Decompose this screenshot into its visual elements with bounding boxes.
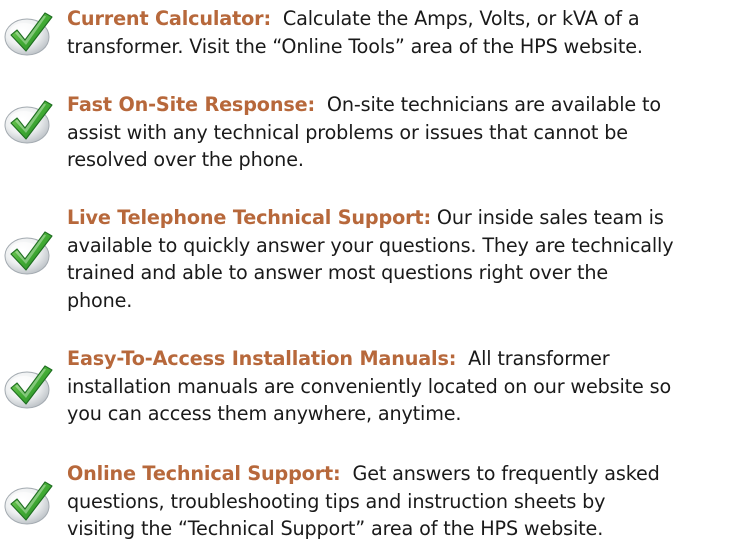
green-checkmark-icon [2,97,54,145]
green-checkmark-icon [2,478,54,526]
feature-title: Current Calculator: [67,7,271,30]
green-checkmark-icon [2,9,54,57]
feature-text: Online Technical Support: Get answers to… [67,460,739,543]
feature-line: you can access them anywhere, anytime. [67,402,462,425]
feature-line: assist with any technical problems or is… [67,120,628,144]
feature-text: Current Calculator: Calculate the Amps, … [67,5,739,60]
feature-text: Live Telephone Technical Support: Our in… [67,204,739,314]
feature-title: Online Technical Support: [67,462,341,485]
feature-line: questions, troubleshooting tips and inst… [67,489,606,513]
feature-line: trained and able to answer most question… [67,261,609,284]
feature-line: available to quickly answer your questio… [67,233,674,257]
feature-line: Online Technical Support: Get answers to… [67,460,739,488]
feature-title: Easy-To-Access Installation Manuals: [67,347,457,370]
feature-description: Get answers to frequently asked [340,462,660,485]
feature-description: Calculate the Amps, Volts, or kVA of a [271,7,640,30]
feature-line: Easy-To-Access Installation Manuals: All… [67,345,739,373]
feature-line: resolved over the phone. [67,148,304,171]
feature-text: Easy-To-Access Installation Manuals: All… [67,345,739,428]
feature-description: On-site technicians are available to [315,93,661,116]
feature-title: Fast On-Site Response: [67,93,315,116]
feature-description: All transformer [456,347,610,370]
feature-line: visiting the “Technical Support” area of… [67,517,604,540]
feature-text: Fast On-Site Response: On-site technicia… [67,91,739,174]
feature-title: Live Telephone Technical Support: [67,206,431,229]
feature-line: Current Calculator: Calculate the Amps, … [67,5,739,33]
feature-line: phone. [67,288,133,312]
feature-line: Live Telephone Technical Support: Our in… [67,204,739,232]
feature-line: transformer. Visit the “Online Tools” ar… [67,34,643,58]
feature-line: installation manuals are conveniently lo… [67,374,672,398]
feature-description: Our inside sales team is [430,206,664,229]
green-checkmark-icon [2,228,54,276]
green-checkmark-icon [2,362,54,410]
feature-line: Fast On-Site Response: On-site technicia… [67,91,739,119]
